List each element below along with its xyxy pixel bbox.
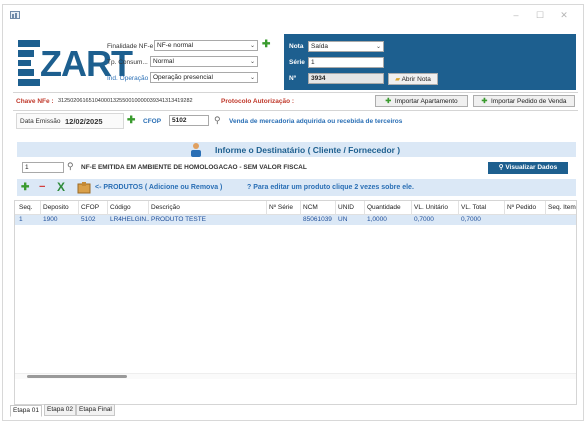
folder-icon: ▰ bbox=[395, 76, 401, 83]
destinatario-name: NF-E EMITIDA EM AMBIENTE DE HOMOLOGACAO … bbox=[81, 164, 307, 171]
green-plus-icon: ✚ bbox=[481, 98, 488, 105]
add-cfop-icon[interactable]: ✚ bbox=[127, 116, 135, 126]
cell-cfop: 5102 bbox=[81, 216, 96, 223]
chave-value: 3125020616510400013255001000003934131341… bbox=[58, 98, 193, 104]
close-icon[interactable]: ✕ bbox=[557, 9, 571, 21]
cfop-field[interactable]: 5102 bbox=[169, 115, 209, 126]
column-header[interactable]: Seq. bbox=[17, 201, 41, 215]
produtos-title: <- PRODUTOS ( Adicione ou Remova ) bbox=[95, 184, 223, 191]
person-icon bbox=[191, 143, 201, 157]
serie-label: Série bbox=[289, 59, 305, 66]
tab-etapa-final[interactable]: Etapa Final bbox=[76, 404, 115, 416]
separator bbox=[13, 110, 578, 111]
grid-header: Seq. Deposito CFOP Código Descrição Nº S… bbox=[15, 201, 576, 215]
column-header[interactable]: VL. Unitário bbox=[412, 201, 459, 215]
separator bbox=[13, 92, 578, 93]
cell-seq: 1 bbox=[19, 216, 23, 223]
data-emissao-value[interactable]: 12/02/2025 bbox=[65, 117, 103, 126]
scrollbar-thumb[interactable] bbox=[27, 375, 127, 378]
cell-codigo: LR4HELGIN... bbox=[110, 216, 149, 223]
visualizar-dados-button[interactable]: ⚲ Visualizar Dados bbox=[488, 162, 568, 174]
produtos-hint: ? Para editar um produto clique 2 vezes … bbox=[247, 184, 414, 191]
column-header[interactable]: UNID bbox=[336, 201, 365, 215]
destinatario-code-field[interactable]: 1 bbox=[22, 162, 64, 173]
importar-apartamento-button[interactable]: ✚ Importar Apartamento bbox=[375, 95, 468, 107]
column-header[interactable]: VL. Total bbox=[459, 201, 505, 215]
column-header[interactable]: CFOP bbox=[79, 201, 108, 215]
column-header[interactable]: Quantidade bbox=[365, 201, 412, 215]
cell-quantidade: 1,0000 bbox=[367, 216, 387, 223]
cell-seq-item bbox=[546, 215, 576, 225]
chave-label: Chave NFe : bbox=[16, 98, 54, 105]
add-product-icon[interactable]: ✚ bbox=[21, 183, 29, 193]
nota-select[interactable]: Saída ⌄ bbox=[308, 41, 384, 52]
box-icon[interactable] bbox=[77, 181, 91, 194]
destinatario-title: Informe o Destinatário ( Cliente / Forne… bbox=[215, 145, 401, 155]
numero-label: Nº bbox=[289, 75, 297, 82]
cell-unid: UN bbox=[338, 216, 348, 223]
app-icon bbox=[10, 11, 20, 19]
column-header[interactable]: Nº Pedido bbox=[505, 201, 546, 215]
finalidade-label: Finalidade NF-e bbox=[107, 43, 154, 50]
nota-label: Nota bbox=[289, 43, 304, 50]
destinatario-banner: Informe o Destinatário ( Cliente / Forne… bbox=[17, 142, 576, 157]
title-bar: – ☐ ✕ bbox=[3, 5, 583, 25]
column-header[interactable]: Deposito bbox=[41, 201, 79, 215]
serie-field[interactable]: 1 bbox=[308, 57, 384, 68]
numero-field[interactable]: 3934 bbox=[308, 73, 384, 84]
green-plus-icon: ✚ bbox=[385, 98, 392, 105]
chevron-down-icon: ⌄ bbox=[249, 59, 255, 65]
nota-panel: Nota Saída ⌄ Série 1 Nº 3934 ▰ Abrir Nota bbox=[284, 34, 576, 90]
cell-vl-unitario: 0,7000 bbox=[414, 216, 434, 223]
cfop-description: Venda de mercadoria adquirida ou recebid… bbox=[229, 118, 403, 125]
data-emissao-label: Data Emissão bbox=[20, 118, 61, 125]
importar-pedido-button[interactable]: ✚ Importar Pedido de Venda bbox=[473, 95, 575, 107]
cell-deposito: 1900 bbox=[43, 216, 58, 223]
column-header[interactable]: Código bbox=[108, 201, 149, 215]
tab-etapa-01[interactable]: Etapa 01 bbox=[10, 405, 43, 417]
excel-icon[interactable]: X bbox=[57, 180, 65, 194]
cell-descricao: PRODUTO TESTE bbox=[151, 216, 207, 223]
tp-consumo-select[interactable]: Normal ⌄ bbox=[150, 56, 258, 67]
horizontal-scrollbar[interactable] bbox=[15, 373, 576, 379]
ind-operacao-label: Ind. Operação bbox=[107, 75, 149, 82]
ind-operacao-select[interactable]: Operação presencial ⌄ bbox=[150, 72, 258, 83]
column-header[interactable]: NCM bbox=[301, 201, 336, 215]
tab-etapa-02[interactable]: Etapa 02 bbox=[44, 404, 77, 416]
remove-product-icon[interactable]: − bbox=[39, 181, 45, 193]
search-icon[interactable]: ⚲ bbox=[67, 161, 74, 172]
produtos-toolbar: ✚ − X <- PRODUTOS ( Adicione ou Remova )… bbox=[17, 179, 576, 196]
data-emissao-group: Data Emissão 12/02/2025 bbox=[16, 113, 124, 129]
cell-ncm: 85061039 bbox=[303, 216, 332, 223]
produtos-grid[interactable]: Seq. Deposito CFOP Código Descrição Nº S… bbox=[14, 200, 577, 405]
add-finalidade-icon[interactable]: ✚ bbox=[262, 40, 270, 50]
tp-consumo-label: Tp. Consum... bbox=[107, 59, 148, 66]
abrir-nota-button[interactable]: ▰ Abrir Nota bbox=[388, 73, 438, 85]
maximize-icon[interactable]: ☐ bbox=[533, 9, 547, 21]
zart-logo: ZART bbox=[16, 38, 133, 88]
table-row[interactable]: 1 1900 5102 LR4HELGIN... PRODUTO TESTE 8… bbox=[15, 215, 576, 225]
column-header[interactable]: Descrição bbox=[149, 201, 267, 215]
chevron-down-icon: ⌄ bbox=[249, 75, 255, 81]
cell-pedido bbox=[505, 215, 546, 225]
search-icon[interactable]: ⚲ bbox=[214, 115, 221, 126]
cell-serie bbox=[267, 215, 301, 225]
app-window: – ☐ ✕ ZART Finalidade NF-e NF-e normal ⌄ … bbox=[2, 4, 584, 421]
column-header[interactable]: Nº Série bbox=[267, 201, 301, 215]
finalidade-select[interactable]: NF-e normal ⌄ bbox=[154, 40, 258, 51]
minimize-icon[interactable]: – bbox=[509, 9, 523, 21]
chevron-down-icon: ⌄ bbox=[249, 43, 255, 49]
column-header[interactable]: Seq. Item bbox=[546, 201, 576, 215]
cell-vl-total: 0,7000 bbox=[461, 216, 481, 223]
chevron-down-icon: ⌄ bbox=[375, 44, 381, 50]
search-icon: ⚲ bbox=[498, 164, 504, 171]
cfop-label: CFOP bbox=[143, 118, 162, 125]
protocolo-label: Protocolo Autorização : bbox=[221, 98, 295, 105]
